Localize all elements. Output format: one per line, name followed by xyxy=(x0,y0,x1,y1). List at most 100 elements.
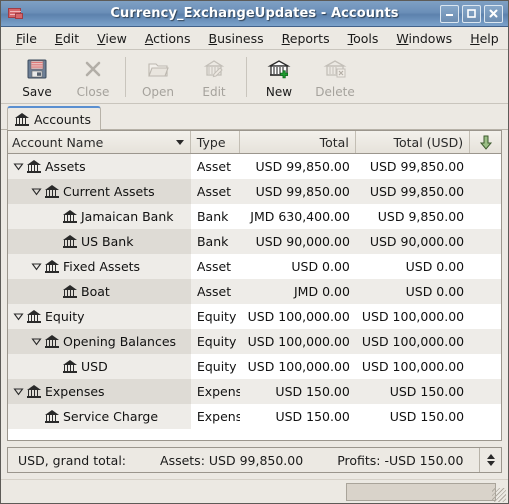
cell-account-name: Jamaican Bank xyxy=(8,204,191,229)
cell-total-usd: USD 0.00 xyxy=(405,284,465,299)
summary-bar-container: USD, grand total: Assets: USD 99,850.00 … xyxy=(1,441,508,479)
resize-grip[interactable] xyxy=(492,488,506,502)
account-name-text: Current Assets xyxy=(63,184,155,199)
account-name-text: Opening Balances xyxy=(63,334,177,349)
table-row[interactable]: Expenses Expens USD 150.00 USD 150.00 xyxy=(8,379,501,404)
open-button-label: Open xyxy=(141,85,175,99)
cell-total: JMD 630,400.00 xyxy=(250,209,350,224)
table-row[interactable]: Assets Asset USD 99,850.00 USD 99,850.00 xyxy=(8,154,501,179)
menu-windows[interactable]: Windows xyxy=(387,29,461,48)
menu-view[interactable]: View xyxy=(88,29,136,48)
menu-help-rest: elp xyxy=(479,30,499,46)
tree-twisty-expanded-icon[interactable] xyxy=(30,185,43,198)
table-row[interactable]: Current Assets Asset USD 99,850.00 USD 99,8… xyxy=(8,179,501,204)
cell-total-usd: USD 99,850.00 xyxy=(369,184,465,199)
new-button-label: New xyxy=(265,85,293,99)
toolbar-separator-2 xyxy=(246,57,247,97)
menu-reports[interactable]: Reports xyxy=(273,29,339,48)
cell-total-usd: USD 9,850.00 xyxy=(377,209,465,224)
open-button[interactable]: Open xyxy=(130,54,186,99)
spinner-up-icon[interactable] xyxy=(486,454,495,459)
menu-tools[interactable]: Tools xyxy=(339,29,388,48)
accounts-window: Currency_ExchangeUpdates - Accounts File… xyxy=(0,0,509,504)
cell-total-usd: USD 90,000.00 xyxy=(369,234,465,249)
save-button[interactable]: Save xyxy=(9,54,65,99)
tab-accounts[interactable]: Accounts xyxy=(7,106,101,130)
table-row[interactable]: Opening Balances Equity USD 100,000.00 USD … xyxy=(8,329,501,354)
tree-twisty-expanded-icon[interactable] xyxy=(12,160,25,173)
tree-twisty-expanded-icon[interactable] xyxy=(12,310,25,323)
column-header-total[interactable]: Total xyxy=(240,131,356,153)
tab-strip: Accounts xyxy=(1,104,508,130)
menu-tools-rest: ools xyxy=(353,30,379,46)
tree-twisty-expanded-icon[interactable] xyxy=(30,260,43,273)
cell-account-name: US Bank xyxy=(8,229,191,254)
table-row[interactable]: US Bank Bank USD 90,000.00 USD 90,000.00 xyxy=(8,229,501,254)
edit-button[interactable]: Edit xyxy=(186,54,242,99)
table-row[interactable]: Boat Asset JMD 0.00 USD 0.00 xyxy=(8,279,501,304)
accounts-tree-table: Account Name Type Total Total (USD) Asse… xyxy=(7,130,502,441)
window-title: Currency_ExchangeUpdates - Accounts xyxy=(110,6,399,21)
account-name-text: Boat xyxy=(81,284,110,299)
cell-account-name: Assets xyxy=(8,154,191,179)
menu-help[interactable]: Help xyxy=(461,29,508,48)
bank-icon xyxy=(63,210,77,223)
cell-type: Asset xyxy=(196,259,232,274)
bank-icon xyxy=(27,310,41,323)
cell-type: Expens xyxy=(196,409,240,424)
tree-twisty-expanded-icon[interactable] xyxy=(12,385,25,398)
column-header-type[interactable]: Type xyxy=(191,131,240,153)
table-row[interactable]: Fixed Assets Asset USD 0.00 USD 0.00 xyxy=(8,254,501,279)
cell-options xyxy=(470,404,501,429)
bank-icon xyxy=(63,360,77,373)
delete-button[interactable]: Delete xyxy=(307,54,363,99)
menu-file[interactable]: File xyxy=(7,29,46,48)
cell-type: Bank xyxy=(196,234,229,249)
account-name-text: Expenses xyxy=(45,384,105,399)
cell-total: USD 0.00 xyxy=(291,259,350,274)
cell-account-name: Equity xyxy=(8,304,191,329)
cell-total: USD 90,000.00 xyxy=(255,234,350,249)
cell-account-name: Service Charge xyxy=(8,404,191,429)
edit-account-icon xyxy=(202,56,226,82)
menu-edit[interactable]: Edit xyxy=(46,29,88,48)
table-row[interactable]: USD Equity USD 100,000.00 USD 100,000.00 xyxy=(8,354,501,379)
cell-options xyxy=(470,179,501,204)
new-button[interactable]: New xyxy=(251,54,307,99)
account-name-text: Fixed Assets xyxy=(63,259,141,274)
column-options-button[interactable] xyxy=(470,131,501,153)
chevron-down-icon xyxy=(175,139,184,145)
delete-account-icon xyxy=(323,56,347,82)
title-bar[interactable]: Currency_ExchangeUpdates - Accounts xyxy=(1,1,508,27)
cell-total: JMD 0.00 xyxy=(294,284,350,299)
table-body: Assets Asset USD 99,850.00 USD 99,850.00 Cur… xyxy=(8,154,501,440)
bank-icon xyxy=(63,235,77,248)
cell-total-usd: USD 150.00 xyxy=(389,409,465,424)
column-header-account-name-label: Account Name xyxy=(12,134,104,150)
bank-icon xyxy=(45,185,59,198)
minimize-button[interactable] xyxy=(440,4,459,23)
close-tab-button[interactable]: Close xyxy=(65,54,121,99)
close-button[interactable] xyxy=(484,4,503,23)
cell-type: Asset xyxy=(196,159,231,174)
summary-profits-value: Profits: -USD 150.00 xyxy=(337,452,464,468)
cell-total: USD 100,000.00 xyxy=(247,309,350,324)
spinner-down-icon[interactable] xyxy=(486,461,495,466)
account-name-text: Equity xyxy=(45,309,85,324)
cell-account-name: Current Assets xyxy=(8,179,191,204)
delete-button-label: Delete xyxy=(315,85,355,99)
column-header-total-usd[interactable]: Total (USD) xyxy=(356,131,471,153)
menu-actions[interactable]: Actions xyxy=(136,29,200,48)
cell-options xyxy=(470,354,501,379)
cell-total-usd: USD 150.00 xyxy=(389,384,465,399)
table-row[interactable]: Service Charge Expens USD 150.00 USD 150.00 xyxy=(8,404,501,429)
column-header-account-name[interactable]: Account Name xyxy=(8,131,191,153)
maximize-button[interactable] xyxy=(462,4,481,23)
table-row[interactable]: Equity Equity USD 100,000.00 USD 100,000.00 xyxy=(8,304,501,329)
summary-mode-spinner[interactable] xyxy=(479,448,501,472)
menu-business[interactable]: Business xyxy=(200,29,273,48)
summary-assets-value: Assets: USD 99,850.00 xyxy=(160,452,304,468)
bank-icon xyxy=(45,410,59,423)
table-row[interactable]: Jamaican Bank Bank JMD 630,400.00 USD 9,850… xyxy=(8,204,501,229)
tree-twisty-expanded-icon[interactable] xyxy=(30,335,43,348)
